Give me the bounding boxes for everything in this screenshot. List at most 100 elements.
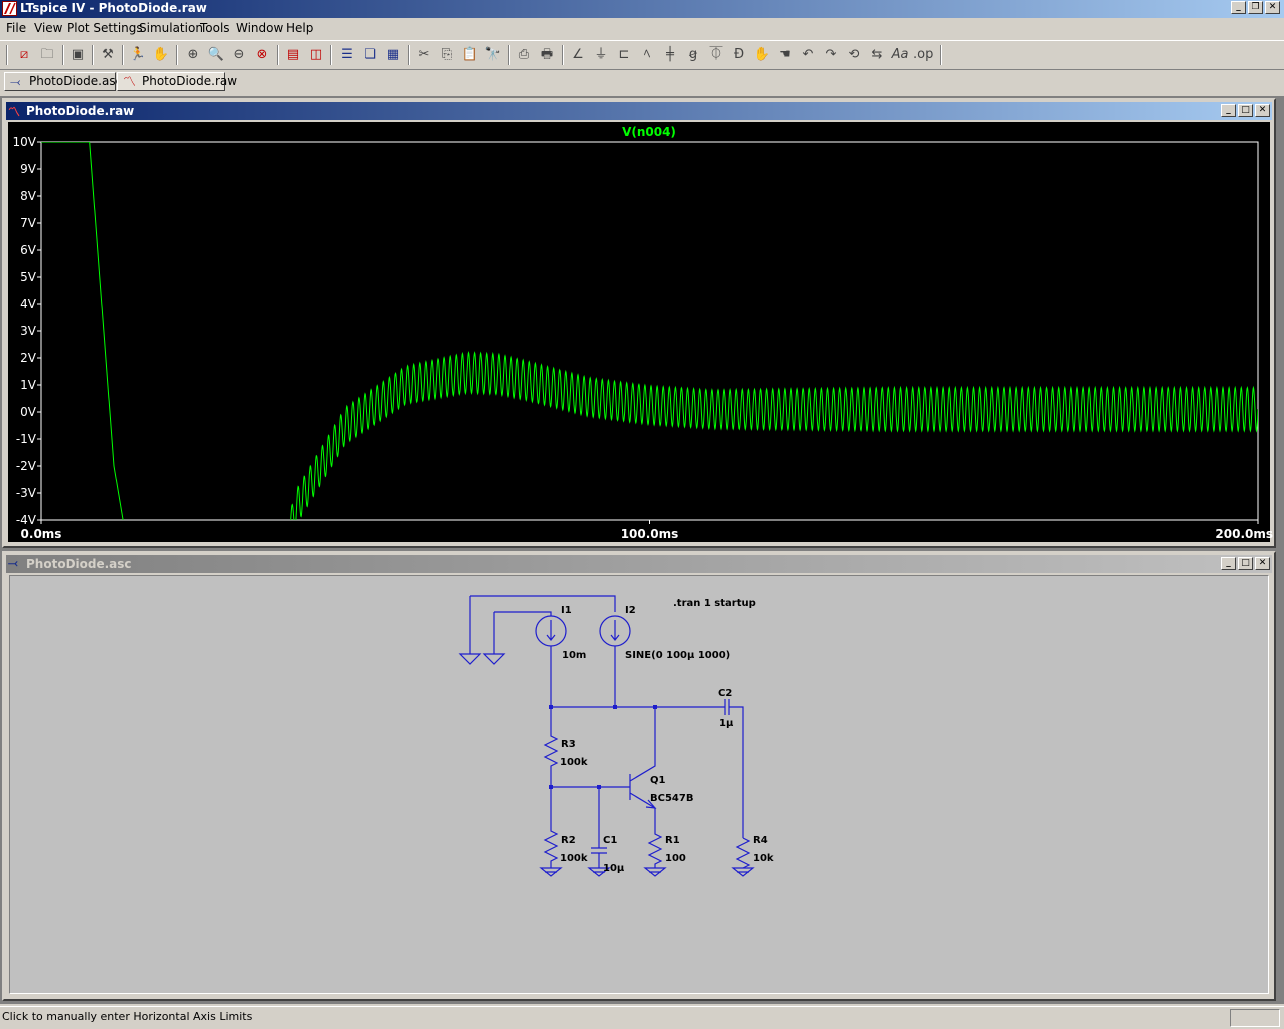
r1-value[interactable]: 100 [665,853,686,864]
waveform-chart[interactable]: V(n004) 10V 9V 8V 7V 6V 5V 4V 3V 2V 1V 0V -1V -2V -3V… [8,122,1274,546]
plot-maximize-button[interactable]: □ [1238,104,1253,117]
control-panel-icon[interactable]: ⚒ [98,45,118,65]
y-tick-label[interactable]: 6V [20,243,37,257]
component-icon[interactable]: Ɖ [729,45,749,65]
schematic-maximize-button[interactable]: □ [1238,557,1253,570]
save-icon[interactable]: ▣ [68,45,88,65]
menu-plot-settings[interactable]: Plot Settings [67,21,143,35]
y-tick-label[interactable]: 1V [20,378,37,392]
schematic-window-title-bar[interactable]: ⤙ PhotoDiode.asc _ □ ✕ [6,555,1272,573]
menu-tools[interactable]: Tools [200,21,230,35]
restore-button[interactable]: ❐ [1248,1,1263,14]
run-icon[interactable]: 🏃 [128,45,148,65]
r4-name[interactable]: R4 [753,835,768,846]
rotate-icon[interactable]: ⟲ [844,45,864,65]
plot-window-title-bar[interactable]: 〽 PhotoDiode.raw _ □ ✕ [6,102,1272,120]
menu-view[interactable]: View [34,21,62,35]
y-tick-label[interactable]: 5V [20,270,37,284]
tile-horizontal-icon[interactable]: ☰ [337,45,357,65]
schematic-close-button[interactable]: ✕ [1255,557,1270,570]
text-icon[interactable]: Aa [890,45,910,65]
menu-window[interactable]: Window [236,21,283,35]
plot-close-button[interactable]: ✕ [1255,104,1270,117]
y-tick-label[interactable]: 4V [20,297,37,311]
inductor-icon[interactable]: ꞡ [683,45,703,65]
y-tick-label[interactable]: -2V [16,459,37,473]
cut-icon[interactable]: ✂ [414,45,434,65]
y-tick-label[interactable]: -4V [16,513,37,527]
q1-value[interactable]: BC547B [650,793,693,804]
r2-value[interactable]: 100k [560,853,588,864]
zoom-full-icon[interactable]: ⊗ [252,45,272,65]
i1-name[interactable]: I1 [561,605,572,616]
undo-icon[interactable]: ↶ [798,45,818,65]
r3-value[interactable]: 100k [560,757,588,768]
redo-icon[interactable]: ↷ [821,45,841,65]
zoom-area-icon[interactable]: ⊕ [183,45,203,65]
y-tick-label[interactable]: 2V [20,351,37,365]
zoom-out-icon[interactable]: ⊖ [229,45,249,65]
find-icon[interactable]: 🔭 [483,45,503,65]
menu-simulation[interactable]: Simulation [139,21,203,35]
autorange-icon[interactable]: ▤ [283,45,303,65]
pan-icon[interactable]: 🔍 [206,45,226,65]
resistor-r2[interactable] [543,787,559,868]
mirror-icon[interactable]: ⇆ [867,45,887,65]
diode-icon[interactable]: ⏁ [706,45,726,65]
plot-minimize-button[interactable]: _ [1221,104,1236,117]
y-tick-label[interactable]: 9V [20,162,37,176]
c1-value[interactable]: 10µ [603,863,625,874]
x-tick-label[interactable]: 100.0ms [621,527,679,541]
resistor-icon[interactable]: ﾍ [637,45,657,65]
i2-name[interactable]: I2 [625,605,636,616]
x-tick-label[interactable]: 0.0ms [21,527,62,541]
menu-file[interactable]: File [6,21,26,35]
copy-icon[interactable]: ⎘ [437,45,457,65]
r4-value[interactable]: 10k [753,853,774,864]
spice-directive[interactable]: .tran 1 startup [673,598,756,609]
new-schematic-icon[interactable]: ⧄ [14,45,34,65]
print-preview-icon[interactable]: ⎙ [514,45,534,65]
capacitor-icon[interactable]: ╪ [660,45,680,65]
pick-traces-icon[interactable]: ◫ [306,45,326,65]
y-tick-label[interactable]: 7V [20,216,37,230]
r2-name[interactable]: R2 [561,835,576,846]
trace-v-n004[interactable] [41,142,1258,534]
tab-photodiode-asc[interactable]: ⤙ PhotoDiode.asc [4,72,122,91]
c2-value[interactable]: 1µ [719,718,734,729]
label-net-icon[interactable]: ⊏ [614,45,634,65]
menu-help[interactable]: Help [286,21,313,35]
schematic-minimize-button[interactable]: _ [1221,557,1236,570]
schematic-canvas[interactable]: .tran 1 startup I1 10m I2 SINE(0 100µ 10… [9,575,1269,994]
r1-name[interactable]: R1 [665,835,680,846]
i2-value[interactable]: SINE(0 100µ 1000) [625,650,730,661]
c1-name[interactable]: C1 [603,835,617,846]
y-tick-label[interactable]: 8V [20,189,37,203]
tab-photodiode-raw[interactable]: 〽 PhotoDiode.raw [117,72,237,91]
resistor-r3[interactable] [543,707,559,787]
capacitor-c1[interactable] [591,787,607,868]
tile-vertical-icon[interactable]: ▦ [383,45,403,65]
minimize-button[interactable]: _ [1231,1,1246,14]
x-tick-label[interactable]: 200.0ms [1215,527,1273,541]
close-button[interactable]: ✕ [1265,1,1280,14]
spice-directive-icon[interactable]: .op [913,45,933,65]
halt-icon[interactable]: ✋ [151,45,171,65]
open-folder-icon[interactable]: 🗀 [37,45,57,65]
y-tick-label[interactable]: 0V [20,405,37,419]
resistor-r1[interactable] [647,808,663,868]
print-icon[interactable]: 🖶 [537,45,557,65]
i1-value[interactable]: 10m [562,650,586,661]
y-tick-label[interactable]: 10V [13,135,37,149]
c2-name[interactable]: C2 [718,688,732,699]
resistor-r4[interactable] [735,837,751,869]
paste-icon[interactable]: 📋 [460,45,480,65]
q1-name[interactable]: Q1 [650,775,666,786]
y-tick-label[interactable]: -1V [16,432,37,446]
cascade-icon[interactable]: ❏ [360,45,380,65]
move-icon[interactable]: ✋ [752,45,772,65]
trace-label-v-n004[interactable]: V(n004) [622,125,676,139]
ground-icon[interactable]: ⏚ [591,45,611,65]
r3-name[interactable]: R3 [561,739,576,750]
draw-wire-icon[interactable]: ∠ [568,45,588,65]
